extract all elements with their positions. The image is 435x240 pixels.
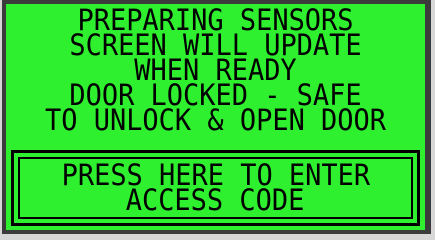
enter-access-code-button[interactable]: PRESS HERE TO ENTER ACCESS CODE bbox=[11, 150, 420, 226]
access-button-label-line2: ACCESS CODE bbox=[126, 183, 305, 217]
access-button-inner-frame[interactable]: PRESS HERE TO ENTER ACCESS CODE bbox=[18, 157, 413, 219]
lcd-screen: PREPARING SENSORS SCREEN WILL UPDATE WHE… bbox=[2, 0, 431, 234]
status-line-safe-to-unlock: TO UNLOCK & OPEN DOOR bbox=[45, 103, 386, 137]
status-message: PREPARING SENSORS SCREEN WILL UPDATE WHE… bbox=[21, 6, 411, 137]
